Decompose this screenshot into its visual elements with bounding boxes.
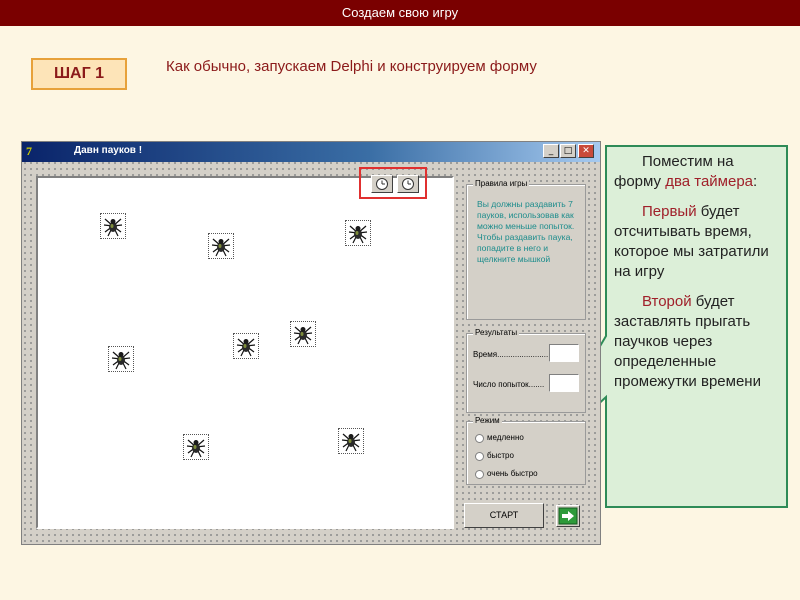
- callout-paragraph-1: Поместим на форму два таймера:: [614, 153, 758, 190]
- attempts-field[interactable]: [549, 374, 579, 392]
- spider-icon: [341, 433, 361, 452]
- attempts-label: Число попыток.......: [473, 380, 545, 389]
- delphi-app-icon: 7: [26, 144, 32, 158]
- callout-paragraph-2: Первый будет отсчитывать время, которое …: [614, 203, 769, 280]
- spider-icon: [348, 225, 368, 244]
- mode-group: Режим медленно быстро очень быстро: [466, 416, 586, 485]
- time-label: Время.......................: [473, 350, 549, 359]
- window-title: Давн пауков !: [74, 145, 143, 156]
- radio-fast[interactable]: [475, 452, 484, 461]
- spider-icon: [293, 326, 313, 345]
- delphi-form-window: 7 Давн пауков ! _ □ ✕ Правила игры Вы до…: [21, 141, 601, 545]
- minimize-button[interactable]: _: [543, 144, 559, 158]
- spider-icon: [103, 218, 123, 237]
- time-field[interactable]: [549, 344, 579, 362]
- rules-group: Правила игры Вы должны раздавить 7 пауко…: [466, 179, 586, 320]
- spider-image[interactable]: [345, 220, 371, 246]
- timers-highlight: [359, 167, 427, 199]
- next-button[interactable]: [556, 505, 580, 527]
- mode-option-label: очень быстро: [487, 469, 538, 478]
- spider-icon: [111, 351, 131, 370]
- results-group: Результаты Время....................... …: [466, 328, 586, 413]
- radio-slow[interactable]: [475, 434, 484, 443]
- spider-icon: [211, 238, 231, 257]
- window-titlebar[interactable]: 7 Давн пауков ! _ □ ✕: [22, 142, 600, 162]
- results-group-title: Результаты: [473, 328, 520, 337]
- mode-option-label: быстро: [487, 451, 514, 460]
- maximize-button[interactable]: □: [560, 144, 576, 158]
- mode-group-title: Режим: [473, 416, 502, 425]
- callout-paragraph-3: Второй будет заставлять прыгать паучков …: [614, 293, 761, 390]
- timer2-icon[interactable]: [397, 175, 419, 193]
- spider-image[interactable]: [100, 213, 126, 239]
- game-field[interactable]: [36, 176, 454, 529]
- spider-image[interactable]: [183, 434, 209, 460]
- rules-text: Вы должны раздавить 7 пауков, использова…: [477, 199, 575, 264]
- start-button[interactable]: СТАРТ: [464, 503, 544, 528]
- timer1-icon[interactable]: [371, 175, 393, 193]
- spider-icon: [186, 439, 206, 458]
- spider-icon: [236, 338, 256, 357]
- callout-text: Поместим на форму два таймера: Первый бу…: [614, 152, 782, 402]
- rules-group-title: Правила игры: [473, 179, 530, 188]
- green-arrow-icon: [558, 507, 578, 525]
- mode-option-label: медленно: [487, 433, 524, 442]
- radio-very-fast[interactable]: [475, 470, 484, 479]
- spider-image[interactable]: [233, 333, 259, 359]
- close-button[interactable]: ✕: [578, 144, 594, 158]
- spider-image[interactable]: [290, 321, 316, 347]
- spider-image[interactable]: [208, 233, 234, 259]
- spider-image[interactable]: [108, 346, 134, 372]
- spider-image[interactable]: [338, 428, 364, 454]
